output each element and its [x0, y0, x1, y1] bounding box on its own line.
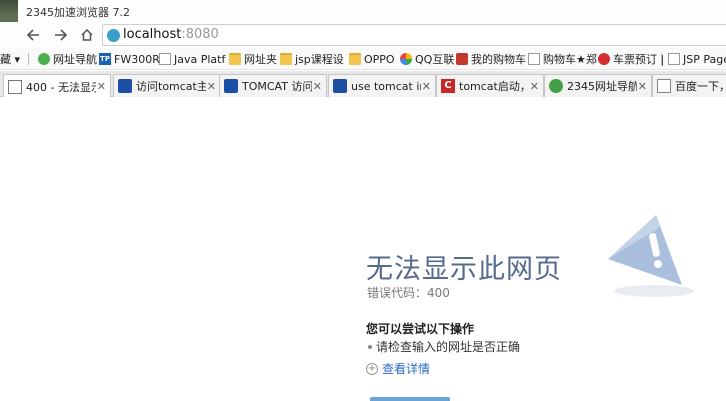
- tab-baidu[interactable]: 百度一下，你: [652, 74, 726, 97]
- close-icon[interactable]: ✕: [206, 80, 216, 93]
- bookmark-label: FW300R: [114, 52, 160, 66]
- home-button[interactable]: [76, 24, 98, 46]
- tip-text: 请检查输入的网址是否正确: [376, 340, 521, 354]
- tab-label: tomcat启动，: [459, 80, 529, 93]
- tomcat-icon: [224, 79, 238, 93]
- tab-label: 400 - 无法显示: [26, 80, 96, 94]
- tomcat-icon: [118, 79, 132, 93]
- bookmark-item[interactable]: QQ互联: [400, 51, 454, 67]
- bookmark-label: 网址夹: [244, 53, 277, 66]
- tab-tomcat-2[interactable]: TOMCAT 访问 ✕: [219, 74, 327, 97]
- bookmark-item[interactable]: 网址导航: [38, 51, 97, 67]
- tab-2345[interactable]: 2345网址导航 ✕: [544, 74, 652, 97]
- close-icon[interactable]: ✕: [421, 80, 431, 93]
- bookmark-label: JSP Page: [683, 52, 726, 66]
- bookmark-separator: [28, 53, 29, 65]
- address-url[interactable]: localhost:8080: [123, 27, 219, 42]
- back-button[interactable]: [22, 24, 44, 46]
- tab-label: 访问tomcat主: [136, 80, 206, 93]
- tab-label: 2345网址导航: [567, 80, 637, 93]
- bookmark-item[interactable]: Java Platf: [159, 51, 225, 67]
- details-link[interactable]: + 查看详情: [366, 360, 430, 377]
- page-icon: [528, 53, 540, 65]
- tab-csdn[interactable]: C tomcat启动， ✕: [436, 74, 544, 97]
- folder-icon: [280, 53, 292, 65]
- tab-label: 百度一下，你: [675, 80, 726, 93]
- bookmark-item[interactable]: JSP Page: [668, 51, 726, 67]
- title-bar: 2345加速浏览器 7.2: [0, 0, 726, 46]
- qq-icon: [400, 53, 412, 65]
- tab-tomcat-1[interactable]: 访问tomcat主 ✕: [113, 74, 221, 97]
- bookmark-label: jsp课程设: [295, 53, 344, 66]
- tab-label: use tomcat ins: [351, 79, 421, 93]
- bullet-icon: [368, 345, 372, 349]
- page-icon: [668, 53, 680, 65]
- warning-icon: [606, 213, 698, 302]
- address-bar[interactable]: localhost:8080: [102, 24, 726, 46]
- bookmarks-overflow[interactable]: 藏 ▾: [0, 51, 20, 67]
- error-code: 错误代码：400: [367, 286, 450, 300]
- tip-item: 请检查输入的网址是否正确: [366, 338, 520, 355]
- page-content: 无法显示此网页 错误代码：400 您可以尝试以下操作 请检查输入的网址是否正确 …: [0, 97, 726, 401]
- bookmark-item[interactable]: 车票预订 |: [598, 51, 664, 67]
- tab-tomcat-3[interactable]: use tomcat ins ✕: [328, 74, 436, 97]
- folder-icon: [229, 53, 241, 65]
- bookmark-label: OPPO: [364, 52, 395, 66]
- bookmark-label: 车票预订 |: [613, 53, 665, 66]
- action-button-edge[interactable]: [370, 397, 450, 401]
- bookmark-item[interactable]: 我的购物车: [456, 51, 526, 67]
- security-shield-icon: [107, 29, 120, 42]
- details-link-label: 查看详情: [382, 362, 431, 376]
- error-page-icon: [8, 79, 22, 94]
- close-icon[interactable]: ✕: [312, 80, 322, 93]
- close-icon[interactable]: ✕: [637, 80, 647, 93]
- bookmark-label: Java Platf: [174, 52, 226, 66]
- plus-circle-icon: +: [366, 362, 378, 375]
- cart-icon: [456, 53, 468, 65]
- bookmark-separator: [661, 53, 662, 65]
- bookmarks-overflow-label: 藏 ▾: [0, 53, 21, 66]
- bookmark-item[interactable]: jsp课程设: [280, 51, 344, 67]
- error-title: 无法显示此网页: [366, 254, 562, 285]
- back-arrow-icon: [26, 29, 39, 41]
- bookmark-label: QQ互联: [415, 53, 455, 66]
- tp-link-icon: TP: [99, 53, 111, 65]
- folder-icon: [349, 53, 361, 65]
- bookmark-item[interactable]: OPPO: [349, 51, 395, 67]
- tips-heading: 您可以尝试以下操作: [366, 322, 475, 336]
- navigation-bar: localhost:8080: [0, 22, 726, 48]
- globe-icon: [549, 79, 563, 93]
- url-port: :8080: [181, 27, 219, 42]
- bookmark-item[interactable]: TP FW300R: [99, 51, 160, 67]
- window-title: 2345加速浏览器 7.2: [26, 6, 130, 19]
- page-icon: [159, 53, 171, 65]
- bookmark-item[interactable]: 购物车★郑: [528, 51, 597, 67]
- bookmark-item[interactable]: 网址夹: [229, 51, 277, 67]
- csdn-icon: C: [441, 79, 455, 93]
- train-icon: [598, 53, 610, 65]
- url-host: localhost: [123, 27, 182, 42]
- close-icon[interactable]: ✕: [96, 80, 106, 93]
- tab-strip: 400 - 无法显示 ✕ 访问tomcat主 ✕ TOMCAT 访问 ✕ use…: [0, 71, 726, 98]
- globe-icon: [38, 53, 50, 65]
- page-icon: [657, 79, 671, 93]
- tab-label: TOMCAT 访问: [242, 80, 312, 93]
- bookmark-label: 购物车★郑: [543, 53, 597, 66]
- home-icon: [81, 28, 93, 41]
- bookmarks-bar: 藏 ▾ 网址导航 TP FW300R Java Platf 网址夹 jsp课程设 …: [0, 48, 726, 70]
- forward-arrow-icon: [55, 29, 68, 41]
- bookmark-label: 我的购物车: [471, 53, 526, 66]
- tab-error-400[interactable]: 400 - 无法显示 ✕: [3, 74, 111, 98]
- tomcat-icon: [333, 79, 347, 93]
- close-icon[interactable]: ✕: [529, 80, 539, 93]
- forward-button[interactable]: [50, 24, 72, 46]
- bookmark-label: 网址导航: [53, 53, 97, 66]
